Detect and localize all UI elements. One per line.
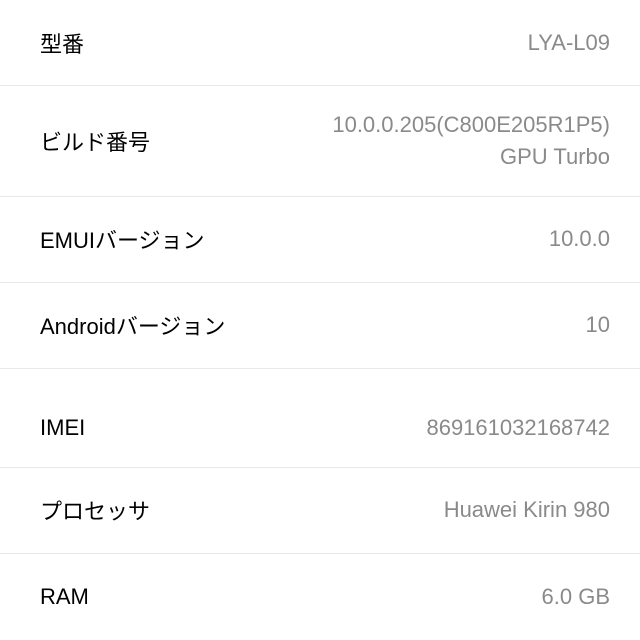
row-emui[interactable]: EMUIバージョン 10.0.0 xyxy=(0,197,640,283)
row-ram[interactable]: RAM 6.0 GB xyxy=(0,554,640,640)
label-build: ビルド番号 xyxy=(40,125,150,157)
label-emui: EMUIバージョン xyxy=(40,223,205,255)
label-ram: RAM xyxy=(40,584,89,610)
value-imei: 869161032168742 xyxy=(426,412,610,444)
value-android: 10 xyxy=(586,309,610,341)
row-processor[interactable]: プロセッサ Huawei Kirin 980 xyxy=(0,468,640,554)
label-imei: IMEI xyxy=(40,415,85,441)
value-processor: Huawei Kirin 980 xyxy=(444,494,610,526)
row-build[interactable]: ビルド番号 10.0.0.205(C800E205R1P5) GPU Turbo xyxy=(0,86,640,197)
label-model: 型番 xyxy=(40,27,84,59)
row-android[interactable]: Androidバージョン 10 xyxy=(0,283,640,369)
row-imei[interactable]: IMEI 869161032168742 xyxy=(0,369,640,468)
value-build: 10.0.0.205(C800E205R1P5) GPU Turbo xyxy=(332,109,610,173)
value-model: LYA-L09 xyxy=(528,27,610,59)
label-android: Androidバージョン xyxy=(40,309,225,341)
settings-list: 型番 LYA-L09 ビルド番号 10.0.0.205(C800E205R1P5… xyxy=(0,0,640,640)
row-model[interactable]: 型番 LYA-L09 xyxy=(0,0,640,86)
value-ram: 6.0 GB xyxy=(542,581,610,613)
value-emui: 10.0.0 xyxy=(549,223,610,255)
label-processor: プロセッサ xyxy=(40,494,150,526)
